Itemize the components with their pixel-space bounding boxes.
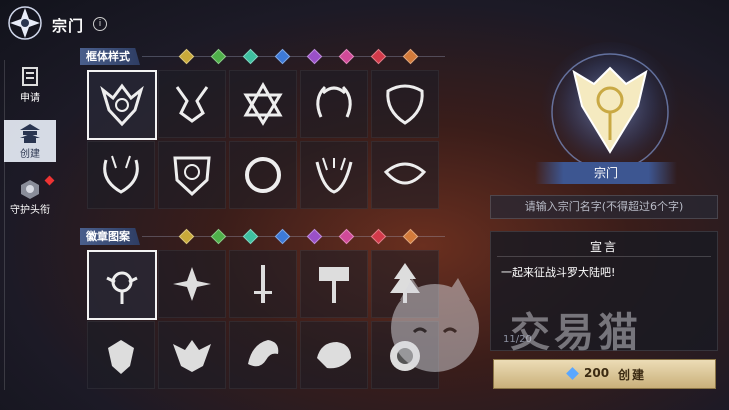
create-cost: 200: [584, 366, 610, 380]
emblem-option[interactable]: [371, 250, 439, 318]
color-swatch[interactable]: [210, 228, 227, 245]
declaration-title: 宣言: [589, 240, 618, 254]
sidebar-item-label: 守护头衔: [10, 205, 50, 216]
shield-frame-icon: [173, 156, 211, 197]
declaration-char-count: 11/20: [503, 334, 532, 345]
color-swatch[interactable]: [306, 228, 323, 245]
color-swatch[interactable]: [402, 48, 419, 65]
emblem-option[interactable]: [87, 250, 157, 320]
wreath-frame-icon: [316, 85, 352, 118]
color-swatch[interactable]: [274, 228, 291, 245]
emblem-option[interactable]: [229, 250, 297, 318]
winged-frame-icon: [383, 162, 427, 185]
horned-frame-icon: [100, 83, 144, 127]
frame-style-option[interactable]: [87, 70, 157, 140]
crest-frame-icon: [386, 84, 424, 125]
color-swatch[interactable]: [402, 228, 419, 245]
emblem-option[interactable]: [158, 250, 226, 318]
frame-style-option[interactable]: [158, 70, 226, 138]
frame-style-option[interactable]: [229, 70, 297, 138]
color-swatch[interactable]: [242, 48, 259, 65]
frame-style-option[interactable]: [229, 141, 297, 209]
sect-name-plate: 宗门: [535, 162, 677, 184]
create-pagoda-icon: [20, 124, 40, 143]
sidebar-divider: [4, 60, 5, 390]
color-swatch[interactable]: [338, 48, 355, 65]
emblem-option[interactable]: [300, 250, 368, 318]
info-icon[interactable]: i: [93, 17, 107, 31]
frame-style-option[interactable]: [300, 70, 368, 138]
emblem-option[interactable]: [371, 321, 439, 389]
declaration-divider: [497, 256, 711, 257]
wing-emblem-icon: [108, 340, 134, 374]
star-frame-icon: [243, 81, 283, 126]
emblem-pattern-header: 徽章图案: [80, 228, 445, 246]
orb-emblem-icon: [106, 271, 138, 304]
sect-logo-icon: [8, 6, 42, 40]
dragon-emblem-icon: [248, 340, 279, 367]
color-swatch[interactable]: [210, 48, 227, 65]
emblem-option[interactable]: [229, 321, 297, 389]
color-swatch[interactable]: [370, 48, 387, 65]
section-tab-emblem-pattern: 徽章图案: [80, 228, 140, 245]
page-title: 宗门: [52, 17, 85, 35]
declaration-text[interactable]: 一起来征战斗罗大陆吧!: [501, 264, 615, 280]
diamond-currency-icon: [566, 367, 579, 380]
sidebar-item-label: 申请: [20, 93, 40, 104]
ring-frame-icon: [245, 157, 281, 193]
emblem-option[interactable]: [158, 321, 226, 389]
section-tab-frame-style: 框体样式: [80, 48, 140, 65]
claw-frame-icon: [315, 157, 353, 194]
hammer-emblem-icon: [319, 267, 349, 303]
color-swatch[interactable]: [242, 228, 259, 245]
frame-style-option[interactable]: [371, 141, 439, 209]
emblem-option[interactable]: [87, 321, 155, 389]
lion-emblem-icon: [390, 341, 420, 371]
sidebar-item-label: 创建: [20, 149, 40, 160]
sidebar: 申请 创建 守护头衔: [0, 58, 60, 410]
color-swatch[interactable]: [338, 228, 355, 245]
sidebar-item-guardian[interactable]: 守护头衔: [4, 175, 56, 218]
apply-icon: [22, 67, 38, 86]
frame-style-header: 框体样式: [80, 48, 445, 66]
create-button-label: 创建: [618, 368, 647, 382]
sidebar-item-apply[interactable]: 申请: [4, 64, 56, 106]
antler-frame-icon: [175, 86, 209, 123]
create-sect-button[interactable]: 200 创建: [493, 359, 716, 389]
sword-emblem-icon: [254, 265, 272, 303]
tiger-emblem-icon: [317, 342, 351, 369]
frame-style-option[interactable]: [300, 141, 368, 209]
bat-emblem-icon: [173, 340, 211, 372]
star-emblem-icon: [173, 267, 211, 301]
sidebar-item-create[interactable]: 创建: [4, 120, 56, 162]
notification-badge: [44, 175, 55, 186]
emblem-option[interactable]: [300, 321, 368, 389]
frame-style-option[interactable]: [371, 70, 439, 138]
guardian-icon: [21, 180, 39, 199]
color-swatch[interactable]: [178, 48, 195, 65]
horn-wreath-frame-icon: [103, 155, 139, 194]
frame-style-option[interactable]: [87, 141, 155, 209]
color-swatch[interactable]: [178, 228, 195, 245]
frame-style-option[interactable]: [158, 141, 226, 209]
tree-emblem-icon: [390, 263, 420, 303]
color-swatch[interactable]: [306, 48, 323, 65]
sect-name-input[interactable]: 请输入宗门名字(不得超过6个字): [490, 195, 718, 219]
color-swatch[interactable]: [274, 48, 291, 65]
declaration-box[interactable]: 宣言 一起来征战斗罗大陆吧! 11/20: [490, 231, 718, 351]
color-swatch[interactable]: [370, 228, 387, 245]
